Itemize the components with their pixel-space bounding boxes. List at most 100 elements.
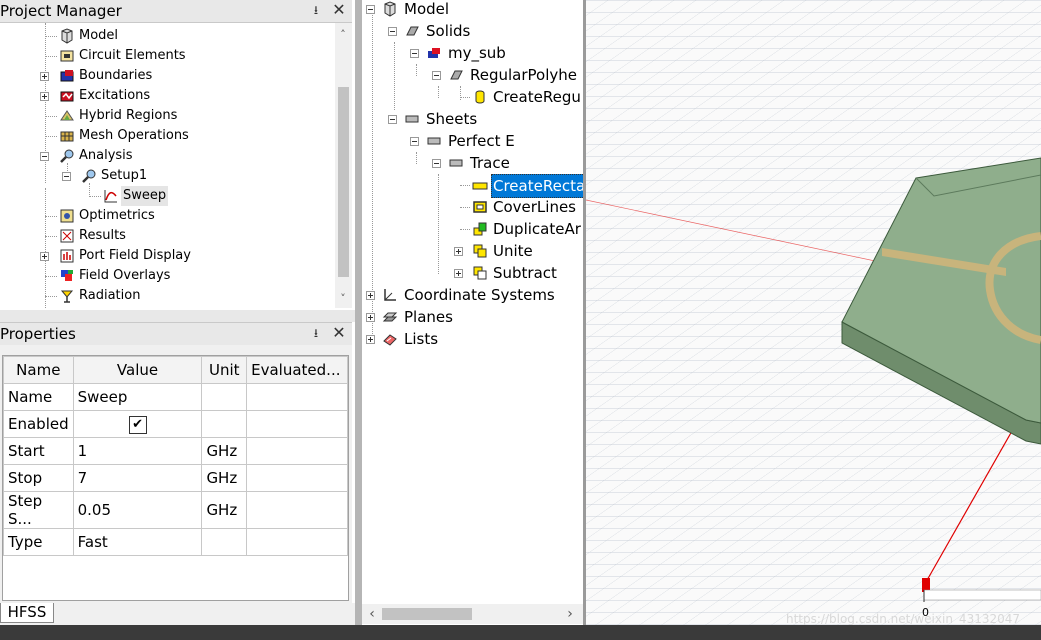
expand-icon[interactable]: [454, 269, 463, 278]
tree-item-field-overlays[interactable]: Field Overlays: [45, 266, 325, 286]
property-value-input[interactable]: 0.05: [72, 491, 203, 529]
collapse-icon[interactable]: [410, 137, 419, 146]
property-unit: GHz: [201, 437, 248, 465]
column-header-value[interactable]: Value: [72, 356, 203, 384]
tree-item-results[interactable]: Results: [45, 226, 325, 246]
property-value-input[interactable]: Fast: [72, 528, 203, 556]
column-header-unit[interactable]: Unit: [201, 356, 248, 384]
collapse-icon[interactable]: [432, 159, 441, 168]
scroll-down-icon[interactable]: ˅: [335, 291, 351, 307]
property-value-input[interactable]: Sweep: [72, 383, 203, 411]
vertical-splitter[interactable]: [355, 0, 362, 625]
property-name: Stop: [3, 464, 74, 492]
expand-icon[interactable]: [454, 247, 463, 256]
column-header-evaluated[interactable]: Evaluated...: [246, 356, 348, 384]
property-unit: GHz: [201, 491, 248, 529]
scroll-right-icon[interactable]: ›: [562, 606, 578, 622]
property-value-input[interactable]: 1: [72, 437, 203, 465]
property-evaluated: [246, 491, 348, 529]
column-header-name[interactable]: Name: [3, 356, 74, 384]
expand-icon[interactable]: [366, 335, 375, 344]
table-row: Step S... 0.05 GHz: [3, 491, 348, 529]
close-icon[interactable]: ✕: [330, 0, 348, 20]
collapse-icon[interactable]: [40, 152, 49, 161]
expand-icon[interactable]: [366, 291, 375, 300]
cylinder-icon: [475, 90, 485, 104]
tree-item-excitations[interactable]: Excitations: [40, 86, 320, 106]
tree-item-port-field-display[interactable]: Port Field Display: [40, 246, 320, 266]
scroll-left-icon[interactable]: ‹: [364, 606, 380, 622]
subtract-icon: [473, 266, 487, 280]
tree-item-label: Trace: [470, 154, 510, 172]
excitations-icon: [60, 91, 74, 102]
expand-icon[interactable]: [366, 313, 375, 322]
horizontal-splitter[interactable]: [0, 310, 355, 322]
tree-item-label: Subtract: [493, 264, 557, 282]
tree-item-boundaries[interactable]: Boundaries: [40, 66, 320, 86]
cover-lines-icon: [473, 201, 487, 213]
collapse-icon[interactable]: [432, 71, 441, 80]
model-icon: [384, 1, 396, 17]
scrollbar-thumb[interactable]: [338, 87, 349, 277]
project-tree: Model Circuit Elements Boundaries Excita…: [0, 23, 352, 308]
unite-icon: [473, 244, 487, 258]
property-value-cell: ✔: [72, 410, 203, 438]
setup-icon: [82, 169, 96, 183]
enabled-checkbox[interactable]: ✔: [128, 416, 147, 434]
tree-item-label: Sheets: [426, 110, 478, 128]
collapse-icon[interactable]: [388, 115, 397, 124]
tree-item-label: Coordinate Systems: [404, 286, 555, 304]
tree-item-label: Radiation: [79, 288, 141, 303]
table-row: Stop 7 GHz: [3, 464, 348, 492]
property-value-input[interactable]: 7: [72, 464, 203, 492]
tab-hfss[interactable]: HFSS: [0, 603, 54, 623]
table-row: Start 1 GHz: [3, 437, 348, 465]
pin-icon[interactable]: ⭳: [308, 2, 324, 18]
tree-item-model[interactable]: Model: [45, 26, 325, 46]
tree-item-radiation[interactable]: Radiation: [45, 286, 325, 306]
collapse-icon[interactable]: [62, 172, 71, 181]
tree-item-label: Unite: [493, 242, 533, 260]
property-evaluated: [246, 464, 348, 492]
watermark: https://blog.csdn.net/weixin_43132047: [786, 612, 1021, 625]
scrollbar-thumb[interactable]: [382, 608, 472, 620]
tree-item-label: Setup1: [101, 168, 148, 183]
tab-bar: HFSS: [0, 603, 355, 625]
pin-icon[interactable]: ⭳: [308, 325, 324, 341]
collapse-icon[interactable]: [388, 27, 397, 36]
collapse-icon[interactable]: [410, 49, 419, 58]
close-icon[interactable]: ✕: [330, 323, 348, 343]
analysis-icon: [60, 149, 74, 163]
property-unit: GHz: [201, 464, 248, 492]
tree-item-circuit-elements[interactable]: Circuit Elements: [45, 46, 325, 66]
properties-titlebar: Properties ⭳ ✕: [0, 322, 352, 346]
tree-item-label: Circuit Elements: [79, 48, 186, 63]
collapse-icon[interactable]: [366, 5, 375, 14]
model-tree-scrollbar[interactable]: ‹ ›: [362, 604, 583, 624]
expand-icon[interactable]: [40, 92, 49, 101]
tree-item-label: DuplicateAr: [493, 220, 581, 238]
expand-icon[interactable]: [40, 252, 49, 261]
property-evaluated: [246, 383, 348, 411]
properties-panel: Name Value Unit Evaluated... Name Sweep …: [0, 345, 352, 605]
tree-item-label: Excitations: [79, 88, 151, 103]
tree-item-hybrid-regions[interactable]: Hybrid Regions: [45, 106, 325, 126]
tree-item-analysis[interactable]: Analysis: [40, 146, 320, 166]
radiation-icon: [60, 290, 74, 303]
rectangle-icon: [472, 182, 488, 190]
tree-item-optimetrics[interactable]: Optimetrics: [45, 206, 325, 226]
tree-item-sweep[interactable]: Sweep: [89, 186, 289, 206]
optimetrics-icon: [60, 209, 74, 223]
tree-item-mesh-operations[interactable]: Mesh Operations: [45, 126, 325, 146]
tree-item-label: Model: [79, 28, 119, 43]
property-name: Name: [3, 383, 74, 411]
project-tree-scrollbar[interactable]: ˄ ˅: [335, 23, 352, 308]
property-name: Step S...: [3, 491, 74, 529]
property-name: Start: [3, 437, 74, 465]
scroll-up-icon[interactable]: ˄: [335, 27, 351, 43]
material-icon: [428, 48, 440, 58]
expand-icon[interactable]: [40, 72, 49, 81]
tree-item-setup1[interactable]: Setup1: [62, 166, 322, 186]
3d-viewport[interactable]: 0 https://blog.csdn.net/weixin_43132047: [586, 0, 1041, 625]
viewport-canvas: [586, 0, 1041, 625]
